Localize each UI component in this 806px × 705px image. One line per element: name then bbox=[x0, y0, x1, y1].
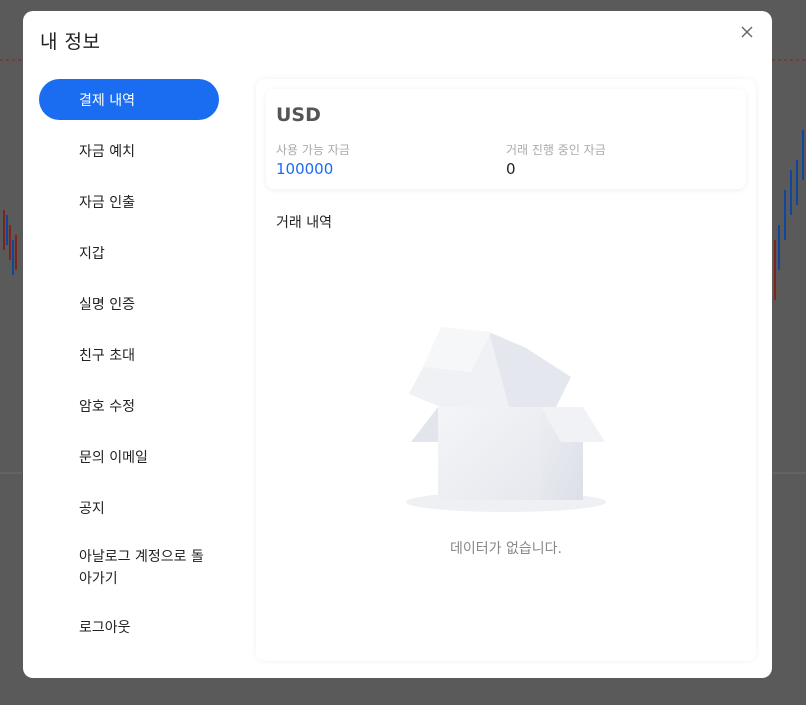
sidebar-item-change-password[interactable]: 암호 수정 bbox=[39, 385, 219, 426]
sidebar-item-switch-to-demo[interactable]: 아날로그 계정으로 돌아가기 bbox=[39, 538, 219, 596]
payment-history-panel: USD 사용 가능 자금 100000 거래 진행 중인 자금 0 거래 내역 bbox=[256, 79, 756, 661]
sidebar-item-label: 아날로그 계정으로 돌아가기 bbox=[79, 549, 204, 587]
available-funds-label: 사용 가능 자금 bbox=[276, 143, 350, 157]
sidebar-item-label: 로그아웃 bbox=[79, 619, 131, 636]
currency-label: USD bbox=[276, 104, 321, 126]
sidebar-menu: 결제 내역 자금 예치 자금 인출 지갑 실명 인증 친구 초대 암호 수정 문… bbox=[39, 79, 219, 657]
in-progress-funds-label: 거래 진행 중인 자금 bbox=[506, 143, 606, 157]
sidebar-item-label: 결제 내역 bbox=[79, 92, 135, 109]
sidebar-item-label: 친구 초대 bbox=[79, 347, 135, 364]
empty-box-icon bbox=[406, 327, 606, 512]
close-button[interactable] bbox=[738, 23, 756, 41]
sidebar-item-label: 자금 예치 bbox=[79, 143, 135, 160]
sidebar-item-label: 문의 이메일 bbox=[79, 449, 148, 466]
sidebar-item-notice[interactable]: 공지 bbox=[39, 487, 219, 528]
available-funds-value: 100000 bbox=[276, 160, 334, 178]
in-progress-funds-value: 0 bbox=[506, 160, 516, 178]
modal-title: 내 정보 bbox=[40, 31, 101, 53]
sidebar-item-wallet[interactable]: 지갑 bbox=[39, 232, 219, 273]
empty-state-text: 데이터가 없습니다. bbox=[450, 541, 562, 557]
sidebar-item-label: 공지 bbox=[79, 500, 105, 517]
close-icon bbox=[741, 26, 753, 38]
sidebar-item-label: 암호 수정 bbox=[79, 398, 135, 415]
sidebar-item-contact-email[interactable]: 문의 이메일 bbox=[39, 436, 219, 477]
sidebar-item-payment-history[interactable]: 결제 내역 bbox=[39, 79, 219, 120]
sidebar-item-deposit[interactable]: 자금 예치 bbox=[39, 130, 219, 171]
sidebar-item-invite-friends[interactable]: 친구 초대 bbox=[39, 334, 219, 375]
sidebar-item-identity-verification[interactable]: 실명 인증 bbox=[39, 283, 219, 324]
balance-card: USD 사용 가능 자금 100000 거래 진행 중인 자금 0 bbox=[266, 89, 746, 189]
sidebar-item-withdraw[interactable]: 자금 인출 bbox=[39, 181, 219, 222]
sidebar-item-logout[interactable]: 로그아웃 bbox=[39, 606, 219, 647]
sidebar-item-label: 실명 인증 bbox=[79, 296, 135, 313]
my-info-modal: 내 정보 결제 내역 자금 예치 자금 인출 지갑 실명 인증 친구 초대 암호… bbox=[23, 11, 772, 678]
sidebar-item-label: 지갑 bbox=[79, 245, 105, 262]
transaction-history-title: 거래 내역 bbox=[276, 215, 332, 231]
sidebar-item-label: 자금 인출 bbox=[79, 194, 135, 211]
